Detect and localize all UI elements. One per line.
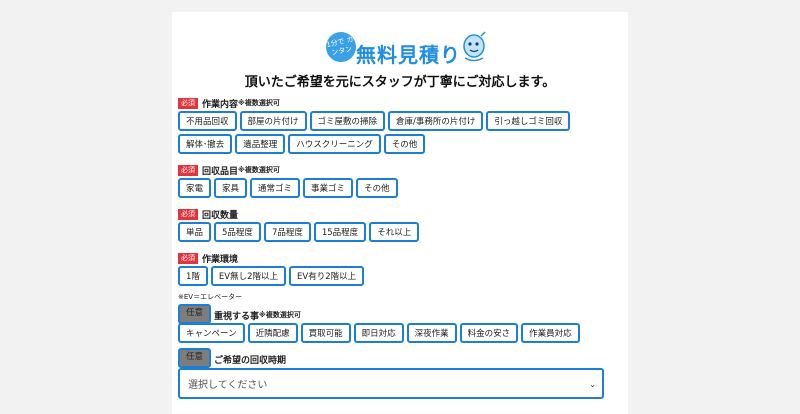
option-button[interactable]: 遺品整理 (235, 134, 286, 154)
option-button[interactable]: 家電 (178, 178, 212, 198)
option-group: 家電 家具 通常ゴミ 事業ゴミ その他 (178, 178, 628, 201)
required-tag: 必須 (178, 252, 198, 264)
section-label: 回収数量 (202, 210, 239, 221)
section-label: 回収品目 (202, 166, 239, 177)
required-tag: 必須 (178, 208, 198, 220)
required-tag: 必須 (178, 97, 198, 109)
required-tag: 必須 (178, 164, 198, 176)
form-subtitle: 頂いたご希望を元にスタッフが丁寧にご対応します。 (244, 75, 556, 90)
option-button[interactable]: その他 (383, 134, 426, 154)
option-button[interactable]: ゴミ屋敷の掃除 (309, 111, 386, 131)
option-button[interactable]: 近隣配慮 (247, 323, 298, 343)
chevron-down-icon: ⌄ (589, 380, 596, 389)
section-label: 重視する事 (214, 311, 260, 322)
option-group: 1階 EV無し2階以上 EV有り2階以上 (178, 266, 628, 289)
option-group: 不用品回収 部屋の片付け ゴミ屋敷の掃除 倉庫/事務所の片付け 引っ越しゴミ回収解体･撤… (178, 111, 628, 157)
section-label: 作業内容 (202, 99, 239, 110)
option-button[interactable]: 1階 (178, 266, 208, 286)
option-button[interactable]: その他 (356, 178, 398, 198)
option-button[interactable]: 即日対応 (353, 323, 404, 343)
option-button[interactable]: 引っ越しゴミ回収 (486, 111, 571, 131)
hero-title: 無料見積り (356, 43, 461, 67)
form-section: 任意 重視する事 ※複数選択可キャンペーン 近隣配慮 買取可能 即日対応 深夜作業 料金の安さ… (178, 303, 628, 346)
section-label: 作業環境 (202, 254, 239, 265)
optional-tag: 任意 (178, 303, 212, 324)
option-button[interactable]: キャンペーン (178, 323, 245, 343)
hero-header: 1分で カンタン 無料見積り (178, 20, 628, 70)
section-label: ご希望の回収時期 (214, 355, 287, 366)
option-button[interactable]: 解体･撤去 (178, 134, 233, 154)
option-button[interactable]: 単品 (178, 222, 212, 242)
estimate-form-panel: 1分で カンタン 無料見積り 頂いたご希望を元にスタッフが丁寧にご対応します。 … (172, 12, 628, 414)
option-group: キャンペーン 近隣配慮 買取可能 即日対応 深夜作業 料金の安さ 作業員対応 (178, 323, 628, 346)
form-section: 必須 回収数量 単品 5品程度 7品程度 15品程度 それ以上 (178, 208, 628, 245)
multi-select-note: ※複数選択可 (238, 166, 280, 174)
option-button[interactable]: 部屋の片付け (239, 111, 307, 131)
multi-select-note: ※複数選択可 (238, 99, 280, 107)
option-button[interactable]: 深夜作業 (406, 323, 457, 343)
option-button[interactable]: EV有り2階以上 (289, 266, 365, 286)
option-button[interactable]: EV無し2階以上 (210, 266, 287, 286)
section-timing: 任意 ご希望の回収時期 選択してください ⌄ (178, 347, 628, 399)
ev-note: ※EV＝エレベーター (178, 293, 243, 301)
multi-select-note: ※複数選択可 (259, 311, 301, 319)
option-group: 単品 5品程度 7品程度 15品程度 それ以上 (178, 222, 628, 245)
timing-select-value: 選択してください (188, 380, 268, 391)
option-button[interactable]: 買取可能 (300, 323, 351, 343)
form-section: 必須 作業内容 ※複数選択可 不用品回収 部屋の片付け ゴミ屋敷の掃除 倉庫/事務所の片付け… (178, 97, 628, 157)
option-button[interactable]: 通常ゴミ (250, 178, 301, 198)
optional-tag: 任意 (178, 347, 212, 368)
option-button[interactable]: 作業員対応 (521, 323, 580, 343)
option-button[interactable]: 事業ゴミ (303, 178, 354, 198)
timing-select[interactable]: 選択してください ⌄ (178, 368, 604, 399)
form-section: 必須 作業環境 1階 EV無し2階以上 EV有り2階以上 ※EV＝エレベーター (178, 252, 628, 302)
form-section: 必須 回収品目 ※複数選択可家電 家具 通常ゴミ 事業ゴミ その他 (178, 164, 628, 201)
option-button[interactable]: 不用品回収 (178, 111, 237, 131)
quick-badge: 1分で カンタン (323, 29, 359, 65)
option-button[interactable]: 15品程度 (313, 222, 367, 242)
option-button[interactable]: それ以上 (369, 222, 420, 242)
option-button[interactable]: 7品程度 (263, 222, 311, 242)
option-button[interactable]: 家具 (214, 178, 248, 198)
mascot-icon (463, 31, 486, 62)
option-button[interactable]: 5品程度 (214, 222, 261, 242)
option-button[interactable]: 料金の安さ (459, 323, 519, 343)
option-button[interactable]: ハウスクリーニング (288, 134, 381, 154)
form-sections: 必須 作業内容 ※複数選択可 不用品回収 部屋の片付け ゴミ屋敷の掃除 倉庫/事務所の片付け… (178, 97, 628, 346)
option-button[interactable]: 倉庫/事務所の片付け (388, 111, 484, 131)
